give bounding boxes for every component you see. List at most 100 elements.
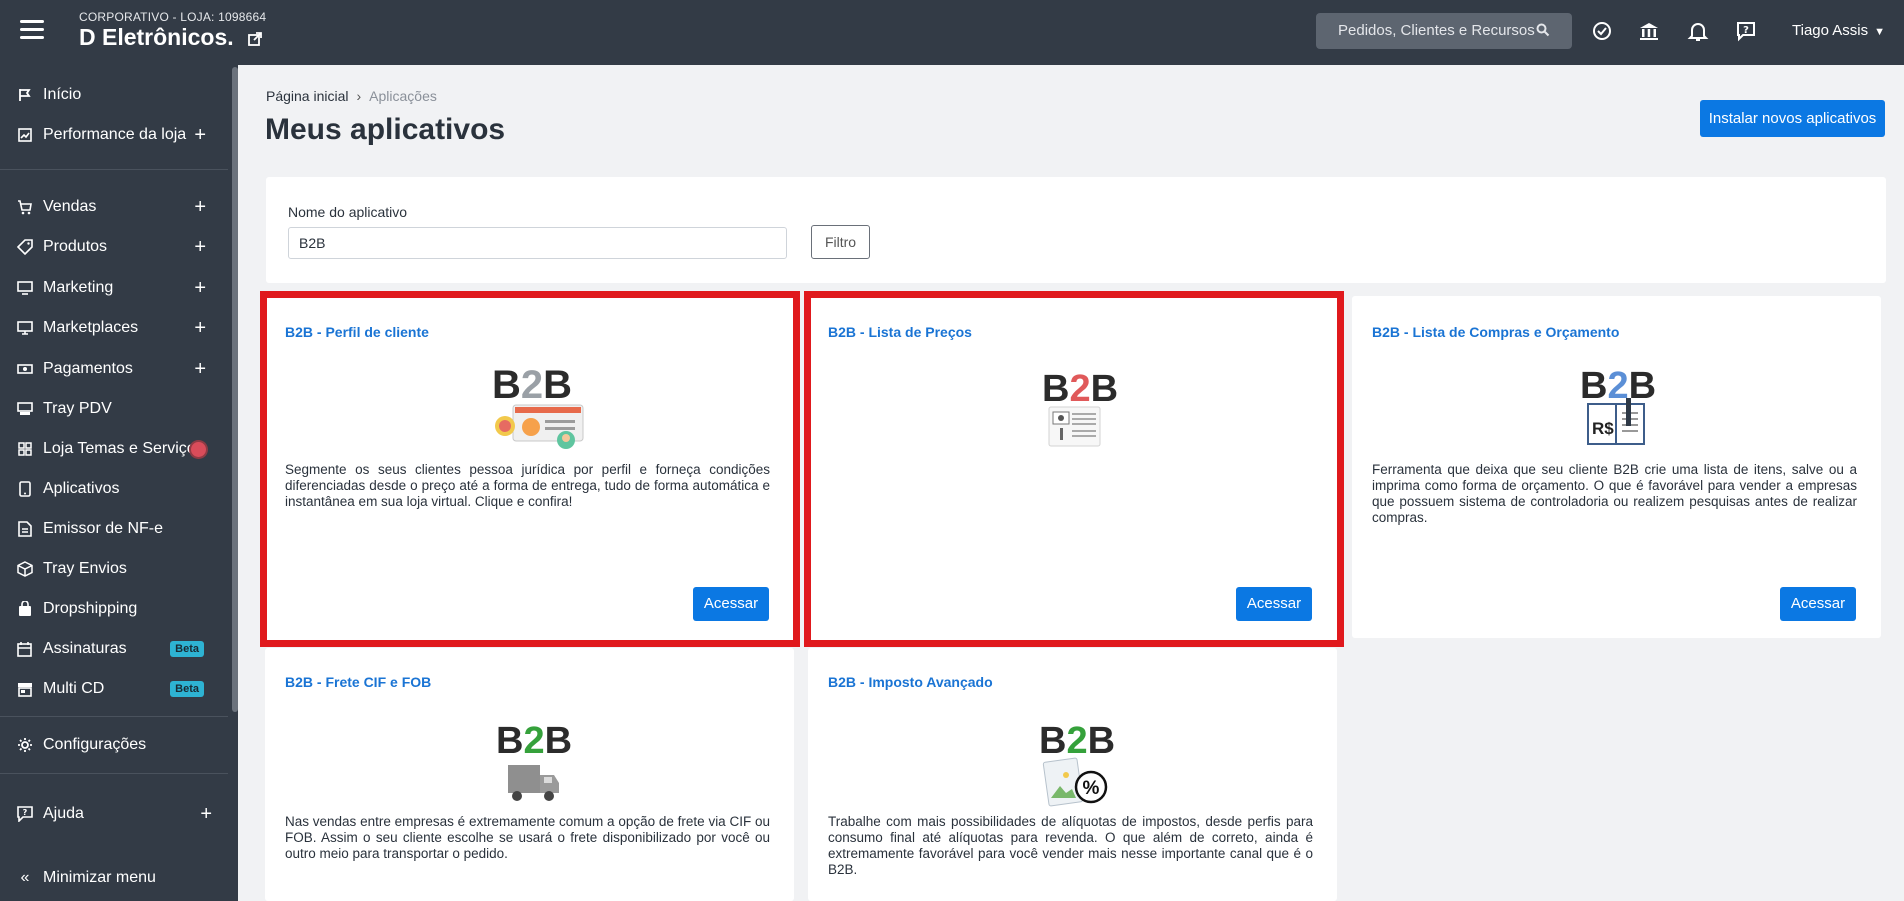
box-icon xyxy=(16,560,34,578)
sidebar-item-label: Marketplaces xyxy=(43,319,139,336)
double-chevron-left-icon: « xyxy=(20,869,30,886)
sidebar-divider xyxy=(0,773,228,774)
chart-icon xyxy=(16,126,34,144)
expand-icon[interactable]: + xyxy=(194,196,206,219)
logo-char: 2 xyxy=(1066,720,1087,762)
logo-letter: B2B xyxy=(1580,365,1656,407)
store-name-text[interactable]: D Eletrônicos. xyxy=(79,24,234,50)
menu-icon[interactable] xyxy=(20,20,44,40)
check-circle-icon[interactable] xyxy=(1590,19,1614,43)
access-button[interactable]: Acessar xyxy=(1236,587,1312,621)
logo-char: B xyxy=(1039,720,1066,762)
sidebar-item-label: Ajuda xyxy=(43,805,84,822)
sidebar-item-dropshipping[interactable]: Dropshipping xyxy=(0,591,228,627)
logo-char: 2 xyxy=(523,720,544,762)
expand-icon[interactable]: + xyxy=(194,317,206,340)
sidebar-item-assinaturas[interactable]: Assinaturas Beta xyxy=(0,631,228,667)
sidebar-item-label: Loja Temas e Serviços xyxy=(43,440,204,457)
expand-icon[interactable]: + xyxy=(194,358,206,381)
search-icon[interactable] xyxy=(1536,23,1550,37)
search-input[interactable]: Pedidos, Clientes e Recursos xyxy=(1316,13,1572,49)
sidebar-item-marketplaces[interactable]: Marketplaces + xyxy=(0,310,228,346)
percent-text: % xyxy=(1083,778,1100,799)
sidebar-item-performance[interactable]: Performance da loja + xyxy=(0,117,228,153)
help-chat-icon[interactable]: ? xyxy=(1734,19,1758,43)
sidebar-item-label: Aplicativos xyxy=(43,480,120,497)
b2b-profile-logo: B2B xyxy=(492,363,584,449)
sidebar-item-pagamentos[interactable]: Pagamentos + xyxy=(0,351,228,387)
svg-text:?: ? xyxy=(1743,25,1749,36)
calendar-icon xyxy=(16,640,34,658)
external-link-icon[interactable] xyxy=(248,32,262,46)
user-name[interactable]: Tiago Assis xyxy=(1792,22,1868,39)
logo-char: B xyxy=(1629,365,1656,407)
tag-icon xyxy=(16,238,34,256)
sidebar-item-label: Tray Envios xyxy=(43,560,127,577)
expand-icon[interactable]: + xyxy=(194,124,206,147)
logo-letter: B2B xyxy=(492,363,572,407)
access-button[interactable]: Acessar xyxy=(1780,587,1856,621)
logo-char: B xyxy=(1091,368,1118,410)
app-card-title[interactable]: B2B - Lista de Compras e Orçamento xyxy=(1372,324,1619,340)
app-name-input[interactable] xyxy=(288,227,787,259)
sidebar-item-aplicativos[interactable]: Aplicativos xyxy=(0,471,228,507)
sidebar-item-configuracoes[interactable]: Configurações xyxy=(0,727,228,763)
breadcrumb-separator: › xyxy=(356,88,362,104)
document-icon xyxy=(16,520,34,538)
currency-text: R$ xyxy=(1592,419,1614,438)
logo-char: B xyxy=(1088,720,1115,762)
store-name[interactable]: D Eletrônicos. xyxy=(79,24,262,51)
filter-label: Nome do aplicativo xyxy=(288,204,408,220)
b2b-tax-logo: B2B % xyxy=(1039,720,1115,807)
minimize-menu-button[interactable]: « Minimizar menu xyxy=(0,860,228,896)
cart-icon xyxy=(16,198,34,216)
filter-button[interactable]: Filtro xyxy=(811,225,870,259)
bell-icon[interactable] xyxy=(1686,19,1710,43)
sidebar-scrollbar[interactable] xyxy=(232,67,238,712)
app-card-description: Segmente os seus clientes pessoa jurídic… xyxy=(285,462,770,509)
user-menu[interactable]: Tiago Assis ▼ xyxy=(1792,22,1885,39)
expand-icon[interactable]: + xyxy=(194,236,206,259)
sidebar-item-emissor-nfe[interactable]: Emissor de NF-e xyxy=(0,511,228,547)
install-apps-button[interactable]: Instalar novos aplicativos xyxy=(1700,100,1885,137)
b2b-price-list-logo: B2B xyxy=(1042,368,1118,447)
sidebar-item-tray-pdv[interactable]: Tray PDV xyxy=(0,391,228,427)
access-button[interactable]: Acessar xyxy=(693,587,769,621)
sidebar-item-inicio[interactable]: Início xyxy=(0,77,228,113)
sidebar-item-produtos[interactable]: Produtos + xyxy=(0,229,228,265)
b2b-freight-logo: B2B xyxy=(496,720,572,801)
sidebar-item-label: Assinaturas xyxy=(43,640,127,657)
app-card-title[interactable]: B2B - Frete CIF e FOB xyxy=(285,674,431,690)
notification-dot xyxy=(191,442,206,457)
logo-char: 2 xyxy=(1607,365,1628,407)
logo-char: B xyxy=(543,363,572,407)
sidebar-item-marketing[interactable]: Marketing + xyxy=(0,270,228,306)
sidebar-item-vendas[interactable]: Vendas + xyxy=(0,189,228,225)
phone-icon xyxy=(16,480,34,498)
expand-icon[interactable]: + xyxy=(200,803,212,826)
sidebar-item-label: Vendas xyxy=(43,198,97,215)
filter-panel: Nome do aplicativo Filtro xyxy=(266,177,1886,283)
bank-icon[interactable] xyxy=(1637,19,1661,43)
sidebar-item-ajuda[interactable]: ? Ajuda + xyxy=(0,796,228,832)
b2b-budget-logo: B2B R$ xyxy=(1580,365,1656,445)
app-card-title[interactable]: B2B - Imposto Avançado xyxy=(828,674,993,690)
top-bar: CORPORATIVO - LOJA: 1098664 D Eletrônico… xyxy=(0,0,1904,65)
chevron-down-icon[interactable]: ▼ xyxy=(1874,26,1885,38)
sidebar-item-tray-envios[interactable]: Tray Envios xyxy=(0,551,228,587)
app-card-description: Nas vendas entre empresas é extremamente… xyxy=(285,814,770,861)
app-card-title[interactable]: B2B - Perfil de cliente xyxy=(285,324,429,340)
logo-char: B xyxy=(1580,365,1607,407)
beta-badge: Beta xyxy=(170,681,204,697)
beta-badge: Beta xyxy=(170,641,204,657)
sidebar-item-multi-cd[interactable]: Multi CD Beta xyxy=(0,671,228,707)
monitor-icon xyxy=(16,279,34,297)
app-card-description: Ferramenta que deixa que seu cliente B2B… xyxy=(1372,462,1857,525)
sidebar-item-label: Performance da loja xyxy=(43,126,187,143)
expand-icon[interactable]: + xyxy=(194,277,206,300)
breadcrumb-home[interactable]: Página inicial xyxy=(266,88,349,104)
sidebar-item-loja-temas[interactable]: Loja Temas e Serviços xyxy=(0,431,228,467)
app-card-description: Trabalhe com mais possibilidades de alíq… xyxy=(828,814,1313,877)
app-card-title[interactable]: B2B - Lista de Preços xyxy=(828,324,972,340)
breadcrumb-current: Aplicações xyxy=(369,88,437,104)
